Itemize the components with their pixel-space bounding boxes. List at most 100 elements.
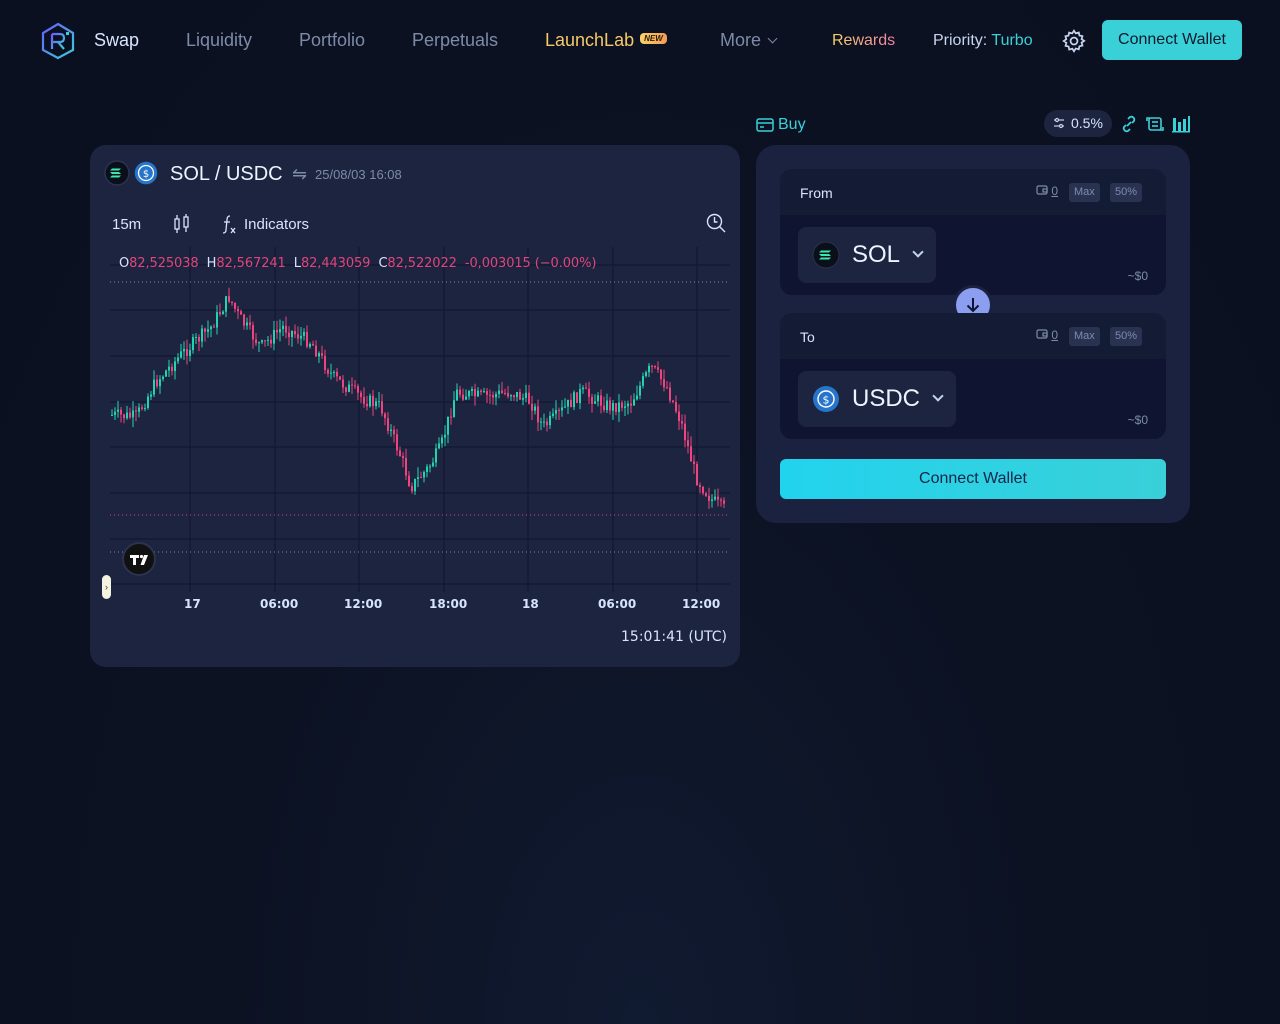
from-max-button[interactable]: Max [1069,183,1100,202]
to-input-area[interactable]: $ USDC ~$0 [780,359,1166,439]
candle [333,371,335,373]
candle [345,387,347,392]
top-nav: Swap Liquidity Portfolio Perpetuals Laun… [0,0,1280,82]
candle [441,437,443,444]
candle [198,337,200,342]
nav-liquidity[interactable]: Liquidity [186,30,252,51]
candle [228,296,230,302]
candle [318,353,320,357]
connect-wallet-button[interactable]: Connect Wallet [780,459,1166,499]
candle [219,312,221,315]
from-token-selector[interactable]: SOL [798,227,937,283]
candle [147,396,149,409]
candle [360,392,362,397]
price-chart[interactable] [110,247,730,727]
candle [342,379,344,388]
tradingview-logo-icon[interactable] [122,542,156,576]
ohlc-readout: O82,525038 H82,567241 L82,443059 C82,522… [119,256,596,271]
candle [525,392,527,398]
link-icon[interactable] [1119,114,1139,134]
sidebar-toggle-handle[interactable]: › [102,575,111,599]
from-usd-value: ~$0 [1127,269,1148,283]
from-input-area[interactable]: SOL ~$0 [780,215,1166,295]
raydium-logo-icon[interactable] [40,22,76,60]
slippage-button[interactable]: 0.5% [1044,110,1112,137]
buy-link[interactable]: Buy [756,116,806,134]
candle [273,329,275,344]
x-axis-label: 18 [522,597,539,611]
candle [567,399,569,407]
from-balance[interactable]: 0 [1036,184,1058,198]
connect-wallet-button-top[interactable]: Connect Wallet [1102,20,1242,60]
chart-card: $ SOL / USDC ⇋ 25/08/03 16:08 15m Indica… [90,145,740,667]
bar-chart-icon[interactable] [1171,114,1191,134]
candle [504,392,506,394]
candle [588,388,590,397]
indicators-button[interactable]: Indicators [244,216,309,233]
candle [408,475,410,487]
candle [702,486,704,494]
candle [717,496,719,500]
candle [690,446,692,462]
candle [516,391,518,398]
priority-selector[interactable]: Priority: Turbo [933,32,1033,50]
candle [327,369,329,374]
candle [513,395,515,398]
more-label: More [720,30,762,50]
swap-arrows-icon[interactable]: ⇋ [292,164,307,185]
candle [546,421,548,426]
candle [483,391,485,393]
candle [579,389,581,403]
chevron-down-icon [767,33,778,44]
interval-selector[interactable]: 15m [112,216,141,233]
candle [642,376,644,386]
candle [432,462,434,467]
to-balance[interactable]: 0 [1036,328,1058,342]
candle [561,407,563,411]
candle [270,339,272,344]
to-label: To [800,329,815,345]
x-axis-label: 06:00 [598,597,637,611]
crosshair-search-icon[interactable] [704,211,728,235]
candle [435,448,437,463]
candle [420,477,422,479]
candle [438,443,440,449]
from-balance-value: 0 [1051,184,1059,198]
candle [405,457,407,476]
to-token-selector[interactable]: $ USDC [798,371,957,427]
candle [153,379,155,395]
nav-launchlab[interactable]: LaunchLab NEW [545,30,667,51]
candle [402,456,404,458]
nav-swap[interactable]: Swap [94,30,139,51]
candle [135,410,137,412]
nav-portfolio[interactable]: Portfolio [299,30,365,51]
candle [384,413,386,419]
nav-perpetuals[interactable]: Perpetuals [412,30,498,51]
candle [633,399,635,406]
candle [291,330,293,338]
gear-icon[interactable] [1061,28,1087,54]
nav-rewards[interactable]: Rewards [832,32,895,50]
candle [699,485,701,487]
candle-type-icon[interactable] [173,213,191,235]
from-half-button[interactable]: 50% [1110,183,1143,202]
candle [285,325,287,333]
candle [519,391,521,400]
to-box: To 0 Max 50% $ USDC ~$0 [780,313,1166,439]
candle [141,407,143,409]
candle [543,421,545,423]
fx-icon[interactable] [221,213,237,235]
candle [654,365,656,368]
candle [165,370,167,377]
nav-more[interactable]: More [720,30,778,51]
to-half-button[interactable]: 50% [1110,327,1143,346]
refresh-icon[interactable] [1145,114,1165,134]
candle [429,466,431,468]
to-max-button[interactable]: Max [1069,327,1100,346]
candle [636,395,638,400]
candle [627,403,629,407]
candle [411,486,413,492]
candle [192,337,194,351]
from-box: From 0 Max 50% SOL ~$0 [780,169,1166,295]
candle [363,396,365,404]
